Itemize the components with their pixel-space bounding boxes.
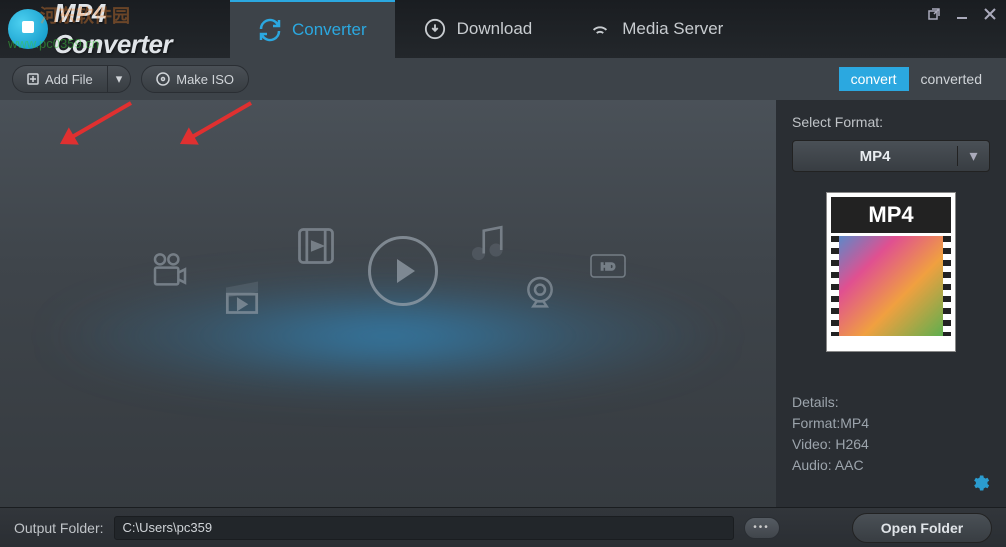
tab-download[interactable]: Download	[395, 0, 561, 58]
format-details: Details: Format:MP4 Video: H264 Audio: A…	[792, 392, 990, 476]
make-iso-label: Make ISO	[176, 72, 234, 87]
convert-tab[interactable]: convert	[839, 67, 909, 91]
titlebar: 河东软件园 www.pc0359.cn MP4 Converter Conver…	[0, 0, 1006, 58]
footer: Output Folder: ••• Open Folder	[0, 507, 1006, 547]
logo-area: 河东软件园 www.pc0359.cn MP4 Converter	[0, 0, 230, 58]
format-preview-image	[831, 236, 951, 336]
convert-status-tabs: convert converted	[839, 67, 994, 91]
clapperboard-icon	[220, 274, 264, 318]
tab-download-label: Download	[457, 19, 533, 39]
music-note-icon	[468, 222, 510, 264]
make-iso-button[interactable]: Make ISO	[141, 65, 249, 93]
download-icon	[423, 17, 447, 41]
film-strip-right	[943, 236, 951, 336]
camera-icon	[150, 251, 190, 291]
tab-media-server[interactable]: Media Server	[560, 0, 751, 58]
tab-media-server-label: Media Server	[622, 19, 723, 39]
open-folder-button[interactable]: Open Folder	[852, 513, 992, 543]
toolbar: Add File ▾ Make ISO convert converted	[0, 58, 1006, 100]
settings-gear-icon[interactable]	[970, 473, 990, 493]
details-format: Format:MP4	[792, 413, 990, 434]
tab-converter-label: Converter	[292, 20, 367, 40]
details-audio: Audio: AAC	[792, 455, 990, 476]
details-heading: Details:	[792, 392, 990, 413]
popout-icon[interactable]	[926, 6, 942, 22]
wifi-icon	[588, 17, 612, 41]
window-controls	[926, 6, 998, 22]
chevron-down-icon: ▾	[957, 146, 989, 166]
add-file-dropdown[interactable]: ▾	[107, 65, 132, 93]
add-file-label: Add File	[45, 72, 93, 87]
add-file-group: Add File ▾	[12, 65, 131, 93]
webcam-icon	[520, 273, 560, 313]
tab-converter[interactable]: Converter	[230, 0, 395, 58]
main-tabs: Converter Download Media Server	[230, 0, 751, 58]
film-icon	[294, 224, 338, 268]
format-dropdown[interactable]: MP4 ▾	[792, 140, 990, 172]
placeholder-icons: HD	[150, 224, 626, 318]
converted-tab[interactable]: converted	[909, 67, 994, 91]
chevron-down-icon: ▾	[116, 71, 123, 87]
output-folder-label: Output Folder:	[14, 520, 104, 536]
disc-icon	[156, 72, 170, 86]
plus-icon	[27, 73, 39, 85]
svg-text:HD: HD	[601, 262, 615, 273]
format-preview: MP4	[826, 192, 956, 352]
add-file-button[interactable]: Add File	[12, 65, 107, 93]
select-format-label: Select Format:	[792, 114, 990, 130]
sidebar: Select Format: MP4 ▾ MP4 Details: Format…	[776, 100, 1006, 507]
watermark-text: 河东软件园	[40, 2, 130, 28]
browse-button[interactable]: •••	[744, 517, 780, 539]
film-strip-left	[831, 236, 839, 336]
details-video: Video: H264	[792, 434, 990, 455]
format-selected: MP4	[793, 148, 957, 165]
refresh-icon	[258, 18, 282, 42]
watermark-url: www.pc0359.cn	[8, 36, 99, 51]
main-area: HD Select Format: MP4 ▾ MP4 Details: For…	[0, 100, 1006, 507]
close-icon[interactable]	[982, 6, 998, 22]
hd-badge-icon: HD	[590, 254, 626, 278]
format-preview-label: MP4	[831, 197, 951, 233]
minimize-icon[interactable]	[954, 6, 970, 22]
content-pane[interactable]: HD	[0, 100, 776, 507]
play-circle-icon	[368, 236, 438, 306]
output-folder-input[interactable]	[114, 516, 734, 540]
